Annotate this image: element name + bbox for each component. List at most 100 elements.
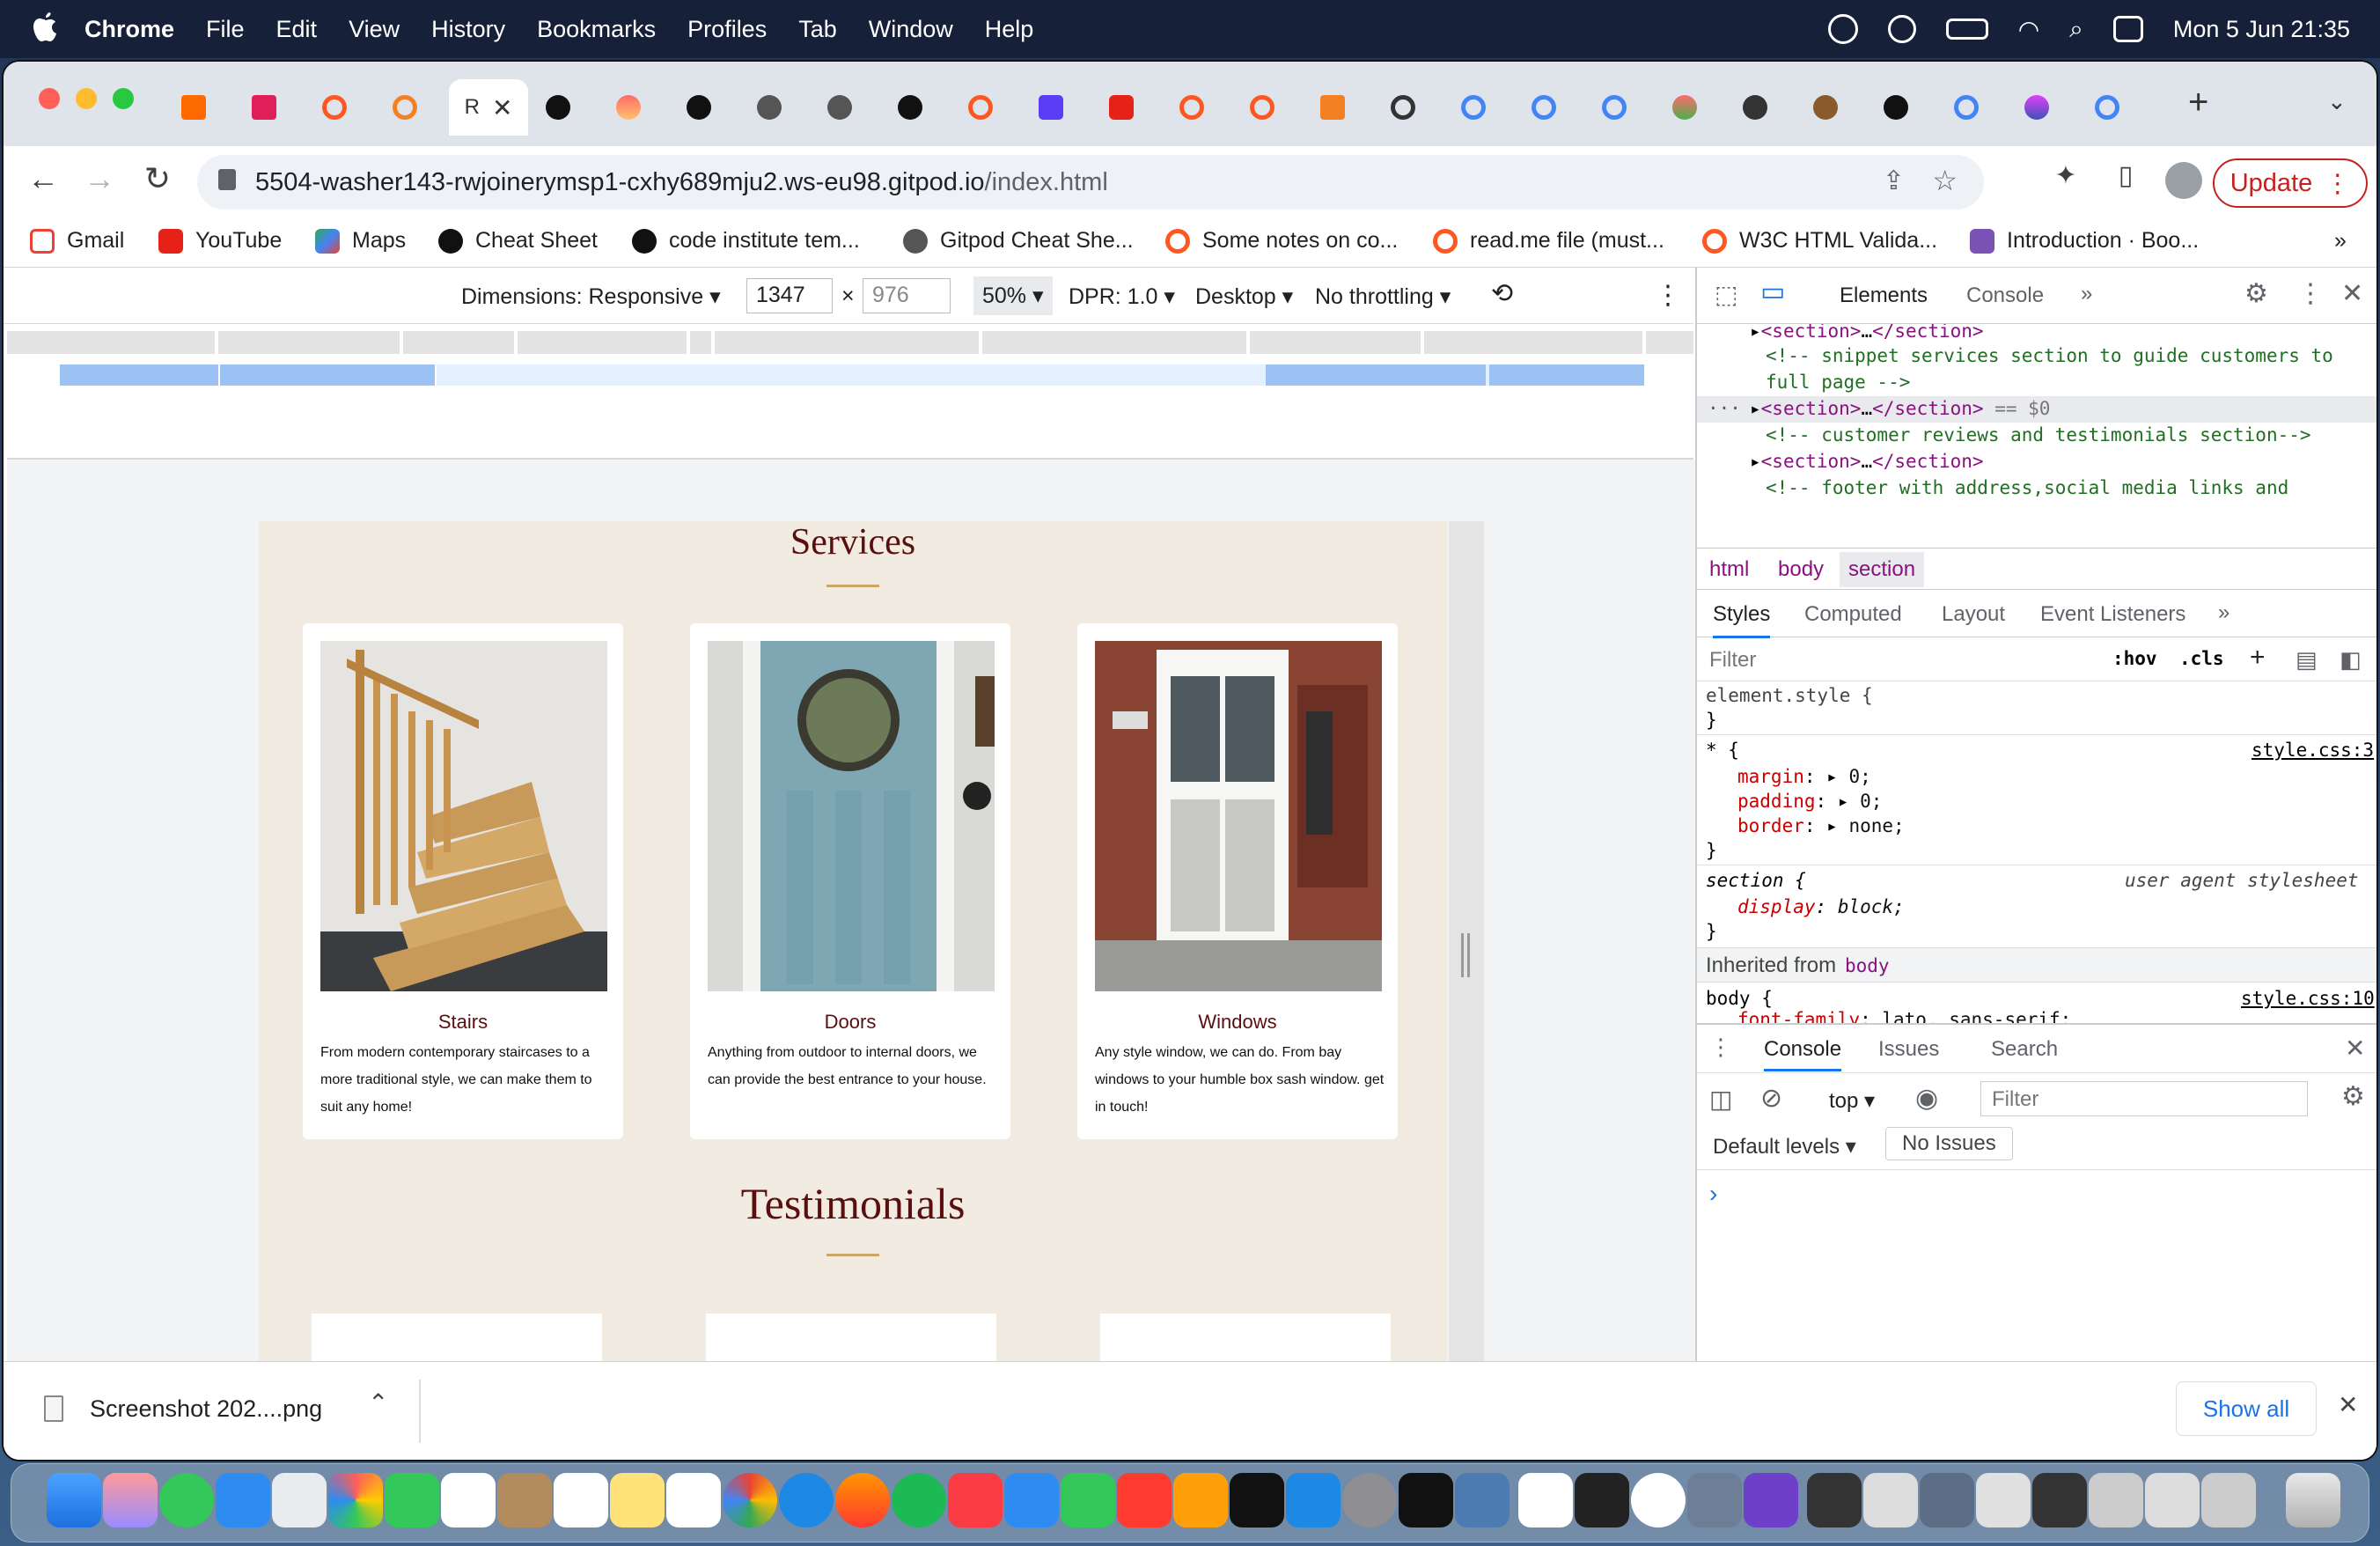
drawer-tab-console[interactable]: Console [1764, 1037, 1842, 1071]
media-query-bar[interactable] [220, 364, 435, 386]
rule-declaration[interactable]: padding: ▸ 0; [1737, 791, 1882, 812]
rule-selector[interactable]: body { [1706, 988, 1773, 1009]
zoom-select[interactable]: 50% ▾ [973, 276, 1053, 315]
tab-layout[interactable]: Layout [1942, 602, 2005, 627]
bookmark-code-institute[interactable]: code institute tem... [632, 228, 860, 254]
media-query-bar[interactable] [1266, 364, 1486, 386]
dom-node-section[interactable]: ▸<section>…</section> [1750, 451, 1984, 472]
tab[interactable] [167, 79, 220, 136]
tab-console[interactable]: Console [1966, 283, 2044, 308]
unity-icon[interactable] [1399, 1473, 1453, 1528]
menu-app-chrome[interactable]: Chrome [84, 16, 174, 43]
issues-counter-button[interactable]: No Issues [1885, 1127, 2013, 1160]
recent-window-icon[interactable] [1863, 1473, 1918, 1528]
firefox-icon[interactable] [835, 1473, 890, 1528]
menu-profiles[interactable]: Profiles [687, 16, 767, 43]
dom-comment[interactable]: full page --> [1766, 372, 1910, 393]
breadcrumb-html[interactable]: html [1709, 557, 1749, 582]
media-query-bar[interactable] [1489, 364, 1644, 386]
vpn-icon[interactable] [1827, 14, 1858, 44]
safari-icon[interactable] [779, 1473, 834, 1528]
tab[interactable] [378, 79, 431, 136]
dpr-select[interactable]: DPR: 1.0 ▾ [1069, 283, 1175, 310]
media-query-bar[interactable] [1250, 331, 1421, 354]
recent-window-icon[interactable] [1807, 1473, 1862, 1528]
maps-app-icon[interactable] [272, 1473, 327, 1528]
media-query-bar[interactable] [218, 331, 400, 354]
recent-window-icon[interactable] [2201, 1473, 2256, 1528]
forward-icon[interactable]: → [77, 160, 121, 197]
menu-tab[interactable]: Tab [798, 16, 837, 43]
download-options-chevron-icon[interactable]: ⌃ [368, 1388, 388, 1417]
bookmark-gmail[interactable]: Gmail [30, 228, 124, 254]
new-tab-icon[interactable]: + [2188, 83, 2208, 122]
inherited-element[interactable]: body [1845, 955, 1890, 976]
drawer-menu-icon[interactable]: ⋮ [1709, 1034, 1732, 1061]
chrome-app-icon[interactable] [723, 1473, 777, 1528]
maximize-window-button[interactable] [113, 88, 134, 109]
service-card-windows[interactable]: Windows Any style window, we can do. Fro… [1077, 623, 1398, 1139]
service-card-stairs[interactable]: Stairs From modern contemporary staircas… [303, 623, 623, 1139]
dom-comment[interactable]: <!-- snippet services section to guide c… [1766, 345, 2333, 366]
address-bar[interactable]: 5504-washer143-rwjoinerymsp1-cxhy689mju2… [197, 155, 1984, 210]
menu-history[interactable]: History [431, 16, 505, 43]
tab[interactable] [238, 79, 290, 136]
throttling-select[interactable]: No throttling ▾ [1315, 283, 1451, 310]
console-filter-input[interactable]: Filter [1980, 1081, 2308, 1116]
rule-declaration[interactable]: font-family: lato, sans-serif; [1737, 1009, 2071, 1023]
bookmark-youtube[interactable]: YouTube [158, 228, 282, 254]
menu-bookmarks[interactable]: Bookmarks [537, 16, 656, 43]
recent-window-icon[interactable] [2032, 1473, 2087, 1528]
tab[interactable] [1729, 79, 1781, 136]
rule-source-link[interactable]: style.css:10 [2241, 988, 2375, 1009]
messages-icon[interactable] [159, 1473, 214, 1528]
app-store-icon[interactable] [1286, 1473, 1341, 1528]
launchpad-icon[interactable] [103, 1473, 158, 1528]
play-icon[interactable] [1887, 15, 1916, 43]
app-icon[interactable] [1575, 1473, 1629, 1528]
tab-event-listeners[interactable]: Event Listeners [2040, 602, 2185, 627]
rule-selector[interactable]: section { [1706, 870, 1806, 891]
tab[interactable] [813, 79, 866, 136]
tab-search-chevron-icon[interactable]: ⌄ [2327, 88, 2347, 115]
freeform-icon[interactable] [666, 1473, 721, 1528]
recent-window-icon[interactable] [1920, 1473, 1974, 1528]
breadcrumb-body[interactable]: body [1778, 557, 1824, 582]
tab[interactable] [1095, 79, 1148, 136]
minimize-window-button[interactable] [76, 88, 97, 109]
rule-source-link[interactable]: style.css:3 [2251, 740, 2374, 761]
pages-icon[interactable] [1173, 1473, 1228, 1528]
calendar-icon[interactable] [441, 1473, 496, 1528]
tab-styles[interactable]: Styles [1713, 602, 1771, 638]
menu-help[interactable]: Help [985, 16, 1034, 43]
numbers-icon[interactable] [1061, 1473, 1115, 1528]
tab[interactable] [1025, 79, 1077, 136]
toggle-sidebar-icon[interactable]: ◧ [2340, 646, 2362, 674]
close-tab-icon[interactable]: ✕ [492, 93, 512, 122]
profile-avatar[interactable] [2165, 162, 2202, 199]
tab[interactable] [1869, 79, 1922, 136]
settings-gear-icon[interactable]: ⚙ [2244, 278, 2268, 309]
kebab-menu-icon[interactable]: ⋮ [2325, 168, 2350, 199]
add-rule-icon[interactable]: + [2250, 643, 2266, 673]
download-file-name[interactable]: Screenshot 202....png [90, 1395, 322, 1423]
device-toolbar-more-icon[interactable]: ⋮ [1655, 280, 1681, 311]
dom-comment[interactable]: <!-- customer reviews and testimonials s… [1766, 424, 2311, 445]
close-drawer-icon[interactable]: ✕ [2345, 1034, 2365, 1063]
close-window-button[interactable] [39, 88, 60, 109]
tab[interactable] [1588, 79, 1641, 136]
paint-icon[interactable]: ▤ [2296, 646, 2318, 674]
finder-icon[interactable] [47, 1473, 101, 1528]
apple-tv-icon[interactable] [1230, 1473, 1284, 1528]
log-levels-select[interactable]: Default levels ▾ [1713, 1134, 1856, 1160]
rule-selector[interactable]: element.style { [1706, 685, 1873, 706]
bookmark-maps[interactable]: Maps [315, 228, 406, 254]
photos-icon[interactable] [328, 1473, 383, 1528]
dom-comment[interactable]: <!-- footer with address,social media li… [1766, 477, 2288, 498]
back-icon[interactable]: ← [21, 160, 65, 197]
drawer-tab-issues[interactable]: Issues [1878, 1037, 1939, 1062]
hov-toggle[interactable]: :hov [2112, 648, 2157, 669]
service-card-doors[interactable]: Doors Anything from outdoor to internal … [690, 623, 1010, 1139]
tab-elements[interactable]: Elements [1840, 283, 1928, 308]
spotify-icon[interactable] [892, 1473, 946, 1528]
